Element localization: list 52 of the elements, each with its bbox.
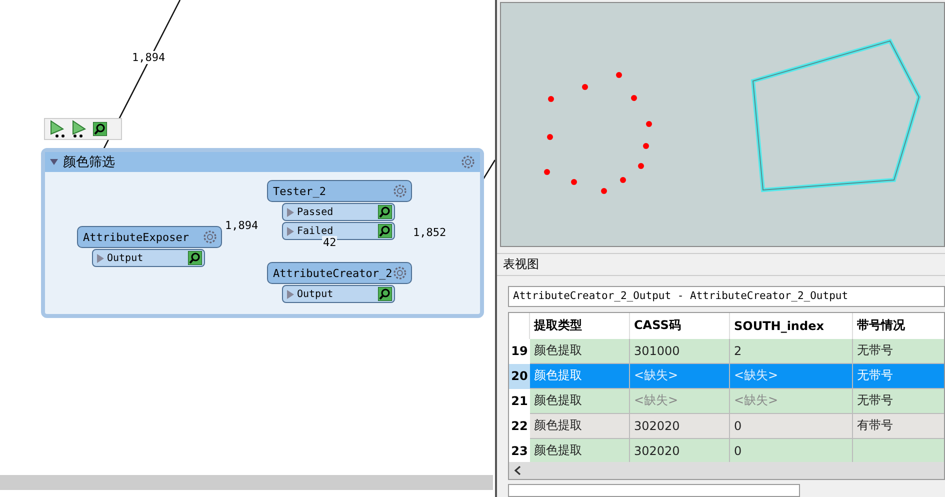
expand-triangle-icon[interactable] (287, 290, 294, 298)
settings-icon[interactable] (392, 183, 408, 199)
settings-icon[interactable] (202, 229, 218, 245)
transformer-node[interactable]: Tester_2 (267, 180, 412, 202)
dataset-selector[interactable]: AttributeCreator_2_Output - AttributeCreator_2_Output (508, 286, 945, 307)
horizontal-scrollbar[interactable] (0, 475, 493, 490)
table-cell: 无带号 (853, 338, 944, 364)
feature-count: 1,894 (131, 51, 166, 64)
table-cell: 301000 (630, 338, 730, 364)
table-cell: 颜色提取 (530, 438, 630, 464)
table-cell: 302020 (630, 438, 730, 464)
settings-icon[interactable] (392, 265, 408, 281)
table-cell: 颜色提取 (530, 338, 630, 364)
magnifier-icon[interactable] (378, 205, 392, 219)
table-cell: 颜色提取 (530, 364, 630, 389)
search-field[interactable] (508, 484, 800, 497)
table-cell: 0 (730, 438, 853, 464)
scroll-left-icon[interactable] (514, 466, 522, 475)
horizontal-scrollbar[interactable] (509, 462, 944, 479)
output-port[interactable]: Passed (282, 203, 395, 221)
output-port[interactable]: Output (282, 285, 395, 303)
table-cell: <缺失> (730, 364, 853, 389)
output-port[interactable]: Output (92, 249, 205, 267)
feature-count: 1,894 (224, 219, 260, 232)
table-cell: 2 (730, 338, 853, 364)
run-icon[interactable] (49, 120, 67, 138)
table-cell: 无带号 (853, 388, 944, 414)
bookmark-title: 颜色筛选 (63, 154, 116, 171)
expand-triangle-icon[interactable] (97, 254, 104, 262)
table-cell: <缺失> (630, 364, 730, 389)
transformer-node[interactable]: AttributeCreator_2 (267, 262, 412, 284)
table-cell: <缺失> (730, 388, 853, 414)
table-cell: 302020 (630, 414, 730, 439)
table-cell: 有带号 (853, 414, 944, 439)
magnifier-icon[interactable] (93, 122, 107, 136)
feature-count: 42 (322, 236, 338, 249)
expand-triangle-icon[interactable] (287, 226, 294, 236)
table-cell: 颜色提取 (530, 414, 630, 439)
feature-count: 1,852 (412, 226, 448, 239)
table-cell: 无带号 (853, 364, 944, 389)
table-cell: 颜色提取 (530, 388, 630, 414)
magnifier-icon[interactable] (188, 251, 202, 265)
transformer-node[interactable]: AttributeExposer (77, 226, 222, 248)
magnifier-icon[interactable] (378, 224, 392, 238)
settings-icon[interactable] (460, 154, 476, 170)
expand-triangle-icon[interactable] (287, 208, 294, 216)
collapse-triangle-icon[interactable] (49, 157, 59, 167)
table-cell: <缺失> (630, 388, 730, 414)
row-number[interactable]: 20 (509, 364, 530, 389)
table-cell: 0 (730, 414, 853, 439)
panel-title: 表视图 (497, 253, 945, 276)
magnifier-icon[interactable] (378, 287, 392, 301)
